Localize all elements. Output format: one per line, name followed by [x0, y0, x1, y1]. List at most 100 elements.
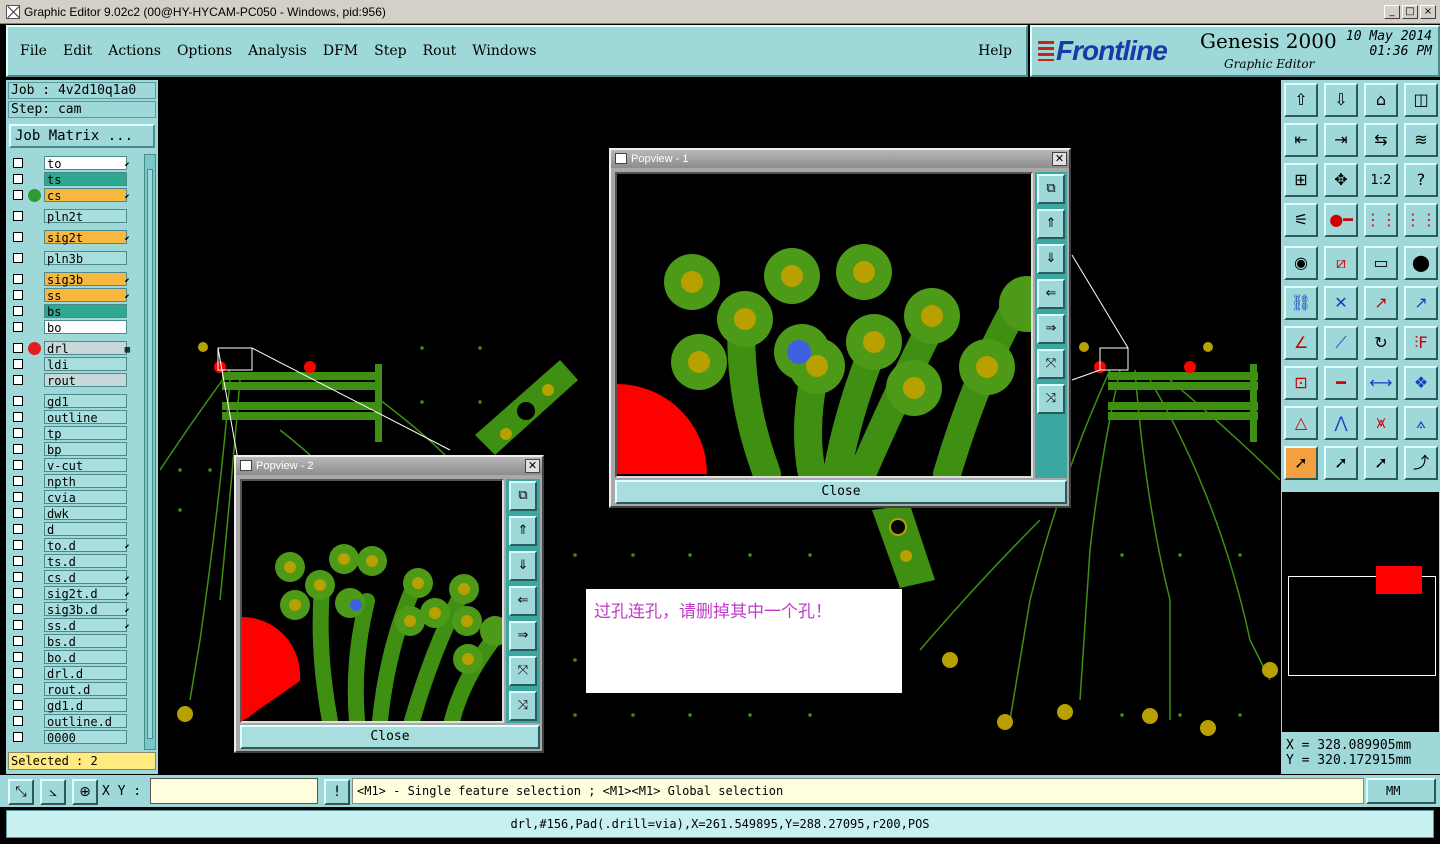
layer-name[interactable]: pln2t [44, 209, 127, 224]
snap-icon[interactable]: ⤡ [8, 779, 34, 805]
overview-map[interactable] [1282, 492, 1439, 732]
pv2-pan-up-icon[interactable]: ⇑ [509, 516, 537, 546]
layer-name[interactable]: ts [44, 172, 127, 187]
layer-checkbox[interactable] [13, 716, 23, 726]
zoom-center-icon[interactable]: ✥ [1324, 163, 1358, 197]
layer-checkbox[interactable] [13, 588, 23, 598]
home-view-icon[interactable]: ⌂ [1364, 83, 1398, 117]
popview-2-close-icon[interactable]: ✕ [525, 459, 540, 473]
layer-checkbox[interactable] [13, 396, 23, 406]
select-pointer-icon[interactable]: ➚ [1284, 446, 1318, 480]
popview-2-close-button[interactable]: Close [240, 725, 540, 749]
layer-row-tp[interactable]: tp [8, 426, 134, 441]
menu-options[interactable]: Options [177, 43, 232, 59]
layer-name[interactable]: to.d ⬋ [44, 538, 130, 553]
pv1-zoom-out-icon[interactable]: ⤨ [1037, 384, 1065, 414]
maximize-button[interactable]: □ [1402, 4, 1418, 19]
layer-name[interactable]: sig3b ⬋ [44, 272, 130, 287]
pointer-route-icon[interactable]: ⤴ [1404, 446, 1438, 480]
layer-name[interactable]: outline.d [44, 714, 127, 729]
layer-name[interactable]: drl ▦ [44, 341, 130, 356]
layer-checkbox[interactable] [13, 412, 23, 422]
layer-checkbox[interactable] [13, 636, 23, 646]
popview-2-view[interactable] [240, 479, 504, 723]
layer-row-bs.d[interactable]: bs.d [8, 634, 134, 649]
layer-row-gd1[interactable]: gd1 [8, 394, 134, 409]
swap-view-icon[interactable]: ⇆ [1364, 123, 1398, 157]
popview-1-close-icon[interactable]: ✕ [1052, 152, 1067, 166]
shapes-icon[interactable]: ❖ [1404, 366, 1438, 400]
layer-name[interactable]: drl.d [44, 666, 127, 681]
pan-right-icon[interactable]: ⇥ [1324, 123, 1358, 157]
layer-name[interactable]: sig2t ⬋ [44, 230, 130, 245]
mirror-icon[interactable]: ⫶F [1404, 326, 1438, 360]
triangle-red-icon[interactable]: △ [1284, 406, 1318, 440]
pv2-pan-right-icon[interactable]: ⇒ [509, 621, 537, 651]
pv1-pan-down-icon[interactable]: ⇓ [1037, 244, 1065, 274]
select-feature-icon[interactable]: ⊡ [1284, 366, 1318, 400]
layer-checkbox[interactable] [13, 343, 23, 353]
copy-icon[interactable]: ↗ [1404, 286, 1438, 320]
layer-checkbox[interactable] [13, 652, 23, 662]
layer-checkbox[interactable] [13, 375, 23, 385]
job-matrix-button[interactable]: Job Matrix ... [9, 124, 155, 148]
layer-checkbox[interactable] [13, 274, 23, 284]
help-icon[interactable]: ? [1404, 163, 1438, 197]
layer-row-pln3b[interactable]: pln3b [8, 251, 134, 266]
layer-checkbox[interactable] [13, 290, 23, 300]
zoom-home-icon[interactable]: ⇧ [1284, 83, 1318, 117]
layer-row-rout[interactable]: rout [8, 373, 134, 388]
layer-checkbox[interactable] [13, 174, 23, 184]
layer-checkbox[interactable] [13, 444, 23, 454]
triangle-measure-icon[interactable]: ⩙ [1364, 406, 1398, 440]
layer-name[interactable]: pln3b [44, 251, 127, 266]
menu-actions[interactable]: Actions [108, 43, 161, 59]
layer-name[interactable]: gd1 [44, 394, 127, 409]
menu-dfm[interactable]: DFM [323, 43, 358, 59]
layer-name[interactable]: sig3b.d ⬋ [44, 602, 130, 617]
add-pad-icon[interactable]: ◉ [1284, 246, 1318, 280]
pv1-pan-up-icon[interactable]: ⇑ [1037, 209, 1065, 239]
layer-name[interactable]: ss ⬋ [44, 288, 130, 303]
grid-snap-icon[interactable]: ⊕ [72, 779, 98, 805]
menu-windows[interactable]: Windows [472, 43, 536, 59]
triangle-span-icon[interactable]: ⟑ [1404, 406, 1438, 440]
layer-row-bo[interactable]: bo [8, 320, 134, 335]
layer-checkbox[interactable] [13, 604, 23, 614]
popview-2-titlebar[interactable]: Popview - 2 [236, 457, 542, 475]
layer-checkbox[interactable] [13, 476, 23, 486]
overview-viewport[interactable] [1376, 566, 1422, 594]
popview-1-titlebar[interactable]: Popview - 1 [611, 150, 1069, 168]
layer-checkbox[interactable] [13, 556, 23, 566]
minimize-button[interactable]: _ [1384, 4, 1400, 19]
layer-row-bp[interactable]: bp [8, 442, 134, 457]
connect-pads-icon[interactable]: ⛓ [1284, 286, 1318, 320]
xy-input[interactable] [150, 778, 318, 804]
layer-checkbox[interactable] [13, 700, 23, 710]
layer-name[interactable]: ts.d [44, 554, 127, 569]
info-icon[interactable]: ! [324, 779, 350, 805]
layer-checkbox[interactable] [13, 732, 23, 742]
layer-row-sig3b.d[interactable]: sig3b.d ⬋ [8, 602, 134, 617]
layer-row-sig2t[interactable]: sig2t ⬋ [8, 230, 134, 245]
layer-name[interactable]: v-cut [44, 458, 127, 473]
pv2-pan-left-icon[interactable]: ⇐ [509, 586, 537, 616]
distance-icon[interactable]: ⟷ [1364, 366, 1398, 400]
add-line-icon[interactable]: ⧄ [1324, 246, 1358, 280]
angle-icon[interactable]: ∠ [1284, 326, 1318, 360]
layer-name[interactable]: bs [44, 304, 127, 319]
close-window-button[interactable]: × [1420, 4, 1436, 19]
menu-step[interactable]: Step [374, 43, 406, 59]
net-highlight-icon[interactable]: ⋮⋮ [1364, 203, 1398, 237]
layer-checkbox[interactable] [13, 322, 23, 332]
layer-row-npth[interactable]: npth [8, 474, 134, 489]
layer-checkbox[interactable] [13, 359, 23, 369]
layer-checkbox[interactable] [13, 620, 23, 630]
layer-row-ss.d[interactable]: ss.d ⬋ [8, 618, 134, 633]
layer-row-outline[interactable]: outline [8, 410, 134, 425]
layer-name[interactable]: cs.d ⬋ [44, 570, 130, 585]
pv2-pan-down-icon[interactable]: ⇓ [509, 551, 537, 581]
pv2-zoom-out-icon[interactable]: ⤨ [509, 691, 537, 721]
layer-name[interactable]: 0000 [44, 730, 127, 745]
layer-row-0000[interactable]: 0000 [8, 730, 134, 745]
